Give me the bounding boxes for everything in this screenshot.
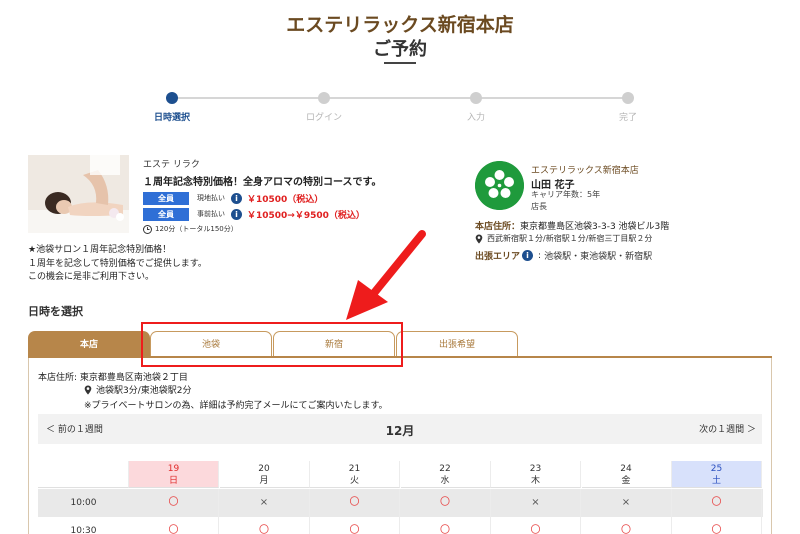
step-label-complete: 完了 bbox=[618, 113, 637, 123]
shop-title: エステリラックス新宿本店 bbox=[286, 14, 514, 36]
step-label-input: 入力 bbox=[466, 113, 485, 123]
map-pin-icon bbox=[475, 234, 483, 243]
day-header: 24 金 bbox=[581, 461, 672, 488]
member-badge: 全員 bbox=[143, 207, 189, 221]
day-header: 22 水 bbox=[400, 461, 491, 488]
day-weekday: 水 bbox=[440, 476, 450, 486]
day-header: 21 火 bbox=[310, 461, 400, 488]
next-week-link[interactable]: 次の１週間 ＞ bbox=[699, 422, 756, 435]
clock-icon bbox=[143, 224, 152, 234]
slot-available[interactable]: 〇 bbox=[582, 517, 672, 534]
day-weekday: 日 bbox=[168, 476, 178, 486]
sakura-logo-icon bbox=[475, 161, 524, 210]
slot-available[interactable]: 〇 bbox=[129, 517, 219, 534]
slot-available[interactable]: 〇 bbox=[401, 489, 491, 517]
slot-available[interactable]: 〇 bbox=[129, 489, 219, 517]
step-dot-3 bbox=[470, 92, 482, 104]
course-description-line: ★池袋サロン１周年記念特別価格！ bbox=[28, 245, 172, 255]
day-date: 23 bbox=[529, 464, 542, 474]
shop-stations: 西武新宿駅１分/新宿駅１分/新宿三丁目駅２分 bbox=[475, 233, 652, 244]
shop-address: 本店住所：東京都豊島区池袋3-3-3 池袋ビル3階 bbox=[475, 219, 669, 232]
month-label: 12月 bbox=[385, 424, 415, 438]
info-icon[interactable]: i bbox=[231, 208, 242, 220]
step-dot-2 bbox=[318, 92, 330, 104]
stepper-track bbox=[172, 97, 628, 99]
course-description-line: この機会に是非ご利用下さい。 bbox=[28, 272, 155, 282]
time-label: 10:30 bbox=[70, 526, 97, 534]
day-weekday: 木 bbox=[530, 476, 540, 486]
info-icon[interactable]: i bbox=[522, 250, 534, 261]
duration-text: 120分（トータル150分） bbox=[155, 225, 238, 233]
info-icon[interactable]: i bbox=[231, 192, 242, 204]
price-value: ￥10500→￥9500（税込） bbox=[247, 210, 365, 221]
day-date: 19 bbox=[167, 464, 180, 474]
panel-stations-text: 池袋駅3分/東池袋駅2分 bbox=[96, 386, 192, 396]
day-date: 24 bbox=[620, 464, 632, 474]
price-value: ￥10500（税込） bbox=[247, 194, 324, 205]
slot-available[interactable]: 〇 bbox=[672, 517, 762, 534]
page-title: ご予約 bbox=[373, 39, 427, 60]
staff-career: キャリア年数：5年 bbox=[531, 190, 601, 199]
slot-available[interactable]: 〇 bbox=[310, 489, 400, 517]
step-dot-1 bbox=[166, 92, 178, 104]
address-value: 東京都豊島区池袋3-3-3 池袋ビル3階 bbox=[520, 222, 670, 232]
day-header: 23 木 bbox=[491, 461, 581, 488]
panel-stations: 池袋駅3分/東池袋駅2分 bbox=[84, 383, 192, 396]
step-label-datetime: 日時選択 bbox=[153, 113, 190, 123]
slot-unavailable: × bbox=[582, 489, 672, 517]
tab-honten[interactable]: 本店 bbox=[28, 331, 150, 357]
area-label: 出張エリア bbox=[475, 252, 521, 262]
price-row-onsite: 全員 現地払い i ￥10500（税込） bbox=[143, 191, 323, 205]
panel-note: ※プライベートサロンの為、詳細は予約完了メールにてご案内いたします。 bbox=[84, 401, 388, 411]
day-header: 19 日 bbox=[129, 461, 219, 488]
pay-method-label: 事前払い bbox=[197, 210, 225, 218]
slot-available[interactable]: 〇 bbox=[220, 517, 310, 534]
slot-unavailable: × bbox=[491, 489, 581, 517]
slot-unavailable: × bbox=[220, 489, 310, 517]
title-underline bbox=[384, 62, 416, 64]
day-date: 21 bbox=[348, 464, 361, 474]
section-title: 日時を選択 bbox=[28, 305, 83, 318]
day-header: 25 土 bbox=[672, 461, 762, 488]
prev-week-link[interactable]: ＜ 前の１週間 bbox=[46, 422, 103, 435]
annotation-highlight-box bbox=[141, 322, 403, 367]
price-row-prepaid: 全員 事前払い i ￥10500→￥9500（税込） bbox=[143, 207, 365, 221]
day-date: 25 bbox=[710, 464, 723, 474]
map-pin-icon bbox=[84, 385, 92, 394]
staff-shop-name[interactable]: エステリラックス新宿本店 bbox=[531, 163, 639, 176]
annotation-arrow-icon bbox=[346, 230, 426, 320]
slot-available[interactable]: 〇 bbox=[491, 517, 581, 534]
day-weekday: 火 bbox=[349, 476, 359, 486]
day-date: 20 bbox=[258, 464, 270, 474]
panel-address: 本店住所: 東京都豊島区南池袋２丁目 bbox=[38, 373, 188, 383]
day-header: 20 月 bbox=[219, 461, 310, 488]
time-label: 10:00 bbox=[70, 498, 97, 508]
day-weekday: 金 bbox=[621, 476, 631, 486]
day-weekday: 月 bbox=[259, 476, 269, 486]
staff-avatar[interactable] bbox=[475, 161, 524, 210]
course-title: １周年記念特別価格！全身アロマの特別コースです。 bbox=[143, 177, 382, 188]
pay-method-label: 現地払い bbox=[197, 194, 225, 202]
course-description-line: １周年を記念して特別価格でご提供します。 bbox=[28, 259, 207, 269]
service-area: 出張エリア i : 池袋駅・東池袋駅・新宿駅 bbox=[475, 250, 653, 262]
course-duration: 120分（トータル150分） bbox=[143, 224, 238, 234]
stations-text: 西武新宿駅１分/新宿駅１分/新宿三丁目駅２分 bbox=[487, 234, 653, 243]
course-photo bbox=[28, 155, 129, 233]
step-dot-4 bbox=[622, 92, 634, 104]
slot-available[interactable]: 〇 bbox=[401, 517, 491, 534]
tab-dispatch[interactable]: 出張希望 bbox=[396, 331, 518, 357]
header-corner bbox=[38, 461, 129, 488]
day-date: 22 bbox=[439, 464, 451, 474]
slot-available[interactable]: 〇 bbox=[310, 517, 400, 534]
member-badge: 全員 bbox=[143, 191, 189, 205]
area-value: 池袋駅・東池袋駅・新宿駅 bbox=[544, 252, 653, 262]
address-label: 本店住所： bbox=[475, 222, 521, 232]
course-category: エステ リラク bbox=[143, 160, 200, 170]
staff-role: 店長 bbox=[531, 202, 547, 211]
step-label-login: ログイン bbox=[305, 113, 342, 123]
day-weekday: 土 bbox=[711, 476, 721, 486]
slot-available[interactable]: 〇 bbox=[672, 489, 762, 517]
